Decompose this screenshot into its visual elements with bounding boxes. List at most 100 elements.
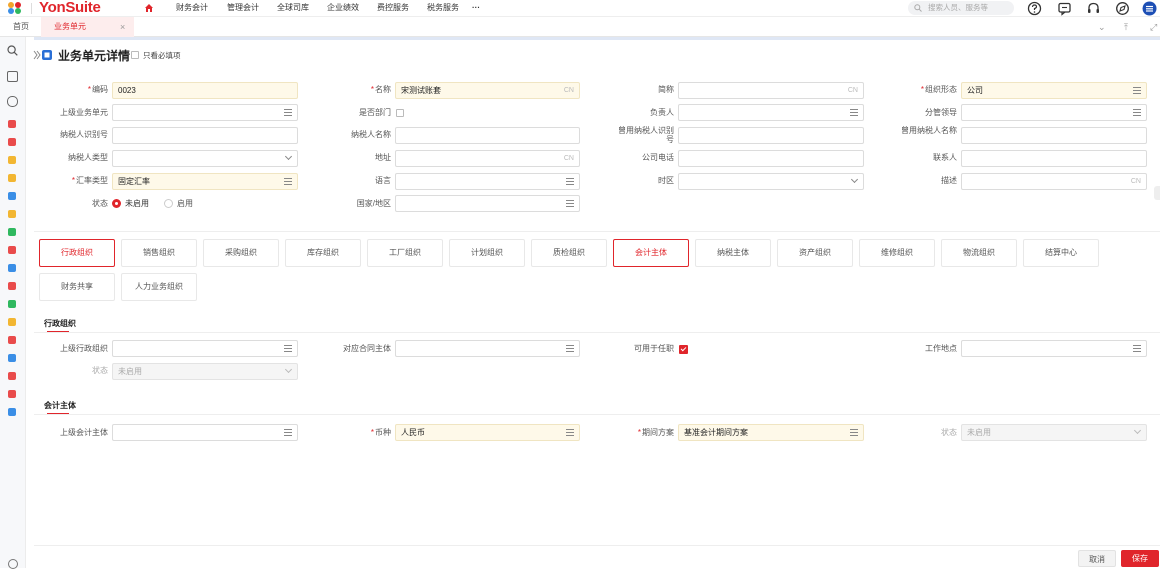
parent-acct-input[interactable] [112, 424, 298, 441]
is-dept-checkbox[interactable] [396, 109, 404, 117]
currency-select[interactable]: 人民币 [395, 424, 580, 441]
list-icon[interactable] [566, 178, 574, 185]
list-icon[interactable] [284, 109, 292, 116]
org-tab-shared-finance[interactable]: 财务共享 [39, 273, 115, 301]
folder-icon[interactable] [7, 71, 18, 82]
app-icon-11[interactable] [8, 300, 16, 308]
app-icon-5[interactable] [8, 192, 16, 200]
message-icon[interactable] [1057, 1, 1072, 16]
list-icon[interactable] [1133, 87, 1141, 94]
list-icon[interactable] [284, 178, 292, 185]
app-grid-icon[interactable] [8, 408, 16, 416]
support-headset-icon[interactable] [1086, 1, 1101, 16]
list-icon[interactable] [284, 345, 292, 352]
nav-treasury[interactable]: 全球司库 [277, 2, 309, 14]
home-icon[interactable] [144, 3, 154, 13]
list-icon[interactable] [566, 345, 574, 352]
period-scheme-select[interactable]: 基准会计期间方案 [678, 424, 864, 441]
chevron-down-icon[interactable]: ⌄ [1098, 22, 1106, 32]
language-input[interactable] [395, 173, 580, 190]
app-icon-7[interactable] [8, 228, 16, 236]
org-tab-sales[interactable]: 销售组织 [121, 239, 197, 267]
app-grid-icon[interactable] [8, 2, 24, 15]
workplace-input[interactable] [961, 340, 1147, 357]
side-panel-handle[interactable] [1154, 186, 1160, 200]
address-input[interactable]: CN [395, 150, 580, 167]
edit-compass-icon[interactable] [1115, 1, 1130, 16]
contract-entity-input[interactable] [395, 340, 580, 357]
contact-input[interactable] [961, 150, 1147, 167]
app-icon-2[interactable] [8, 138, 16, 146]
rate-type-select[interactable]: 固定汇率 [112, 173, 298, 190]
app-icon-15[interactable] [8, 372, 16, 380]
help-icon[interactable] [1027, 1, 1042, 16]
app-icon-4[interactable] [8, 174, 16, 182]
org-tab-logistics[interactable]: 物流组织 [941, 239, 1017, 267]
app-icon-3[interactable] [8, 156, 16, 164]
app-icon-12[interactable] [8, 318, 16, 326]
app-icon-1[interactable] [8, 120, 16, 128]
org-form-select[interactable]: 公司 [961, 82, 1147, 99]
org-tab-inventory[interactable]: 库存组织 [285, 239, 361, 267]
nav-expense[interactable]: 费控服务 [377, 2, 409, 14]
global-search-input[interactable]: 搜索人员、服务等 [908, 1, 1014, 15]
nav-performance[interactable]: 企业绩效 [327, 2, 359, 14]
list-icon[interactable] [566, 200, 574, 207]
nav-finance[interactable]: 财务会计 [176, 2, 208, 14]
list-icon[interactable] [850, 109, 858, 116]
parent-admin-input[interactable] [112, 340, 298, 357]
cancel-button[interactable]: 取消 [1078, 550, 1116, 567]
list-icon[interactable] [850, 429, 858, 436]
status-radio-on[interactable]: 启用 [164, 198, 193, 209]
chat-icon[interactable] [7, 96, 18, 107]
name-input[interactable]: 宋测试账套 CN [395, 82, 580, 99]
org-tab-hr[interactable]: 人力业务组织 [121, 273, 197, 301]
phone-input[interactable] [678, 150, 864, 167]
org-tab-asset[interactable]: 资产组织 [777, 239, 853, 267]
radio-unselected[interactable] [164, 199, 173, 208]
org-tab-maintenance[interactable]: 维修组织 [859, 239, 935, 267]
taxpayer-name-input[interactable] [395, 127, 580, 144]
org-tab-purchase[interactable]: 采购组织 [203, 239, 279, 267]
taxpayer-id-input[interactable] [112, 127, 298, 144]
save-button[interactable]: 保存 [1121, 550, 1159, 567]
former-taxpayer-id-input[interactable] [678, 127, 864, 144]
only-required-checkbox[interactable]: 只看必填项 [131, 51, 181, 61]
org-tab-planning[interactable]: 计划组织 [449, 239, 525, 267]
search-icon[interactable] [7, 45, 18, 56]
fullscreen-icon[interactable]: ⤢ [1150, 22, 1157, 32]
nav-management[interactable]: 管理会计 [227, 2, 259, 14]
list-icon[interactable] [1133, 109, 1141, 116]
language-suffix[interactable]: CN [1131, 174, 1141, 189]
only-required-box[interactable] [131, 51, 139, 59]
app-icon-16[interactable] [8, 390, 16, 398]
taxpayer-type-select[interactable] [112, 150, 298, 167]
org-tab-factory[interactable]: 工厂组织 [367, 239, 443, 267]
org-tab-accounting[interactable]: 会计主体 [613, 239, 689, 267]
chevron-down-icon[interactable] [850, 175, 859, 184]
upload-icon[interactable]: ⤒ [1124, 22, 1128, 32]
list-icon[interactable] [566, 429, 574, 436]
description-input[interactable]: CN [961, 173, 1147, 190]
list-icon[interactable] [1133, 345, 1141, 352]
app-icon-14[interactable] [8, 354, 16, 362]
app-icon-9[interactable] [8, 264, 16, 272]
tab-business-unit[interactable]: 业务单元 × [41, 17, 134, 37]
user-avatar-icon[interactable] [1142, 1, 1157, 16]
chevron-down-icon[interactable] [284, 152, 293, 161]
language-suffix[interactable]: CN [564, 151, 574, 166]
country-input[interactable] [395, 195, 580, 212]
former-taxpayer-name-input[interactable] [961, 127, 1147, 144]
leader-input[interactable] [961, 104, 1147, 121]
short-name-input[interactable]: CN [678, 82, 864, 99]
code-input[interactable]: 0023 [112, 82, 298, 99]
language-suffix[interactable]: CN [848, 83, 858, 98]
list-icon[interactable] [284, 429, 292, 436]
app-icon-6[interactable] [8, 210, 16, 218]
status-radio-off[interactable]: 未启用 [112, 198, 149, 209]
tab-home[interactable]: 首页 [13, 17, 29, 37]
nav-tax[interactable]: 税务服务 [427, 2, 459, 14]
app-icon-8[interactable] [8, 246, 16, 254]
timezone-select[interactable] [678, 173, 864, 190]
org-tab-tax[interactable]: 纳税主体 [695, 239, 771, 267]
